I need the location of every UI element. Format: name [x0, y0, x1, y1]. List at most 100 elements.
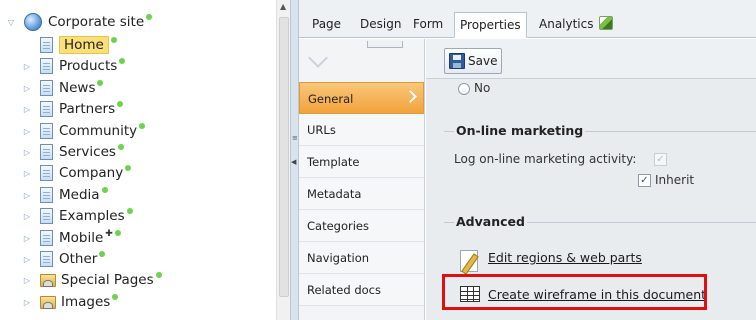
tree-item-label: Home: [59, 36, 109, 54]
scrollbar-thumb[interactable]: [279, 17, 289, 297]
edit-pencil-icon: [598, 16, 613, 30]
folder-icon: [40, 295, 56, 309]
page-icon: [40, 251, 53, 267]
expand-arrow-icon[interactable]: ▷: [22, 147, 32, 157]
tree-root[interactable]: ▽ Corporate site: [6, 12, 153, 32]
minimize-bar-icon[interactable]: [367, 41, 403, 48]
tree-item-company[interactable]: ▷ Company: [24, 163, 132, 183]
save-disk-icon: [449, 53, 465, 69]
status-dot-icon: [114, 230, 121, 236]
tree-item-label: Services: [59, 144, 116, 160]
tab-properties[interactable]: Properties: [454, 12, 527, 38]
tree-item-news[interactable]: ▷ News: [24, 78, 104, 98]
expand-arrow-icon[interactable]: ▷: [22, 275, 32, 285]
status-dot-icon: [110, 37, 117, 43]
nav-item-urls[interactable]: URLs: [299, 114, 424, 146]
expand-arrow-icon[interactable]: ▷: [22, 254, 32, 264]
tree-item-label: Images: [61, 294, 111, 310]
log-activity-label: Log on-line marketing activity:: [454, 152, 637, 166]
online-marketing-section: On-line marketing Log on-line marketing …: [444, 123, 756, 201]
globe-icon: [24, 13, 42, 31]
status-dot-icon: [97, 80, 104, 86]
tab-form[interactable]: Form: [408, 12, 448, 38]
nav-item-label: Template: [307, 155, 360, 169]
tree-item-home[interactable]: Home: [40, 35, 117, 55]
page-icon: [40, 230, 53, 246]
nav-item-label: Related docs: [307, 283, 381, 297]
tree-item-label: Community: [59, 123, 138, 139]
tree-item-media[interactable]: ▷ Media: [24, 185, 108, 205]
tree-scrollbar[interactable]: ▲: [276, 0, 290, 320]
tree-item-images[interactable]: ▷ Images: [24, 292, 119, 312]
tree-item-label: Products: [59, 58, 118, 74]
tab-bar: Page Design Form Properties Analytics: [299, 0, 756, 38]
tab-page[interactable]: Page: [307, 12, 346, 38]
expand-arrow-icon[interactable]: ▷: [22, 104, 32, 114]
tree-item-products[interactable]: ▷ Products: [24, 56, 126, 76]
tab-design[interactable]: Design: [355, 12, 406, 38]
tree-item-special-pages[interactable]: ▷ Special Pages: [24, 270, 162, 290]
page-icon: [40, 144, 53, 160]
page-icon: [40, 208, 53, 224]
expand-arrow-icon[interactable]: ▷: [22, 233, 32, 243]
advanced-legend: Advanced: [454, 214, 527, 229]
status-dot-icon: [155, 272, 162, 278]
chevron-down-icon[interactable]: [308, 48, 328, 68]
tree-item-label: Media: [59, 187, 100, 203]
radio-no-label: No: [474, 81, 491, 95]
save-button[interactable]: Save: [444, 48, 502, 74]
expand-arrow-icon[interactable]: ▷: [22, 190, 32, 200]
tree-item-examples[interactable]: ▷ Examples: [24, 206, 133, 226]
expand-arrow-icon[interactable]: ▷: [22, 83, 32, 93]
nav-item-metadata[interactable]: Metadata: [299, 178, 424, 210]
status-dot-icon: [117, 144, 124, 150]
tree-item-label: News: [59, 80, 96, 96]
collapse-arrow-icon[interactable]: ▽: [6, 17, 16, 27]
chevron-right-icon: [404, 90, 417, 103]
edit-regions-link[interactable]: Edit regions & web parts: [488, 250, 642, 265]
tab-analytics-label: Analytics: [539, 17, 594, 31]
inherit-label: Inherit: [655, 173, 695, 187]
nav-item-label: General: [308, 92, 354, 106]
expand-arrow-icon[interactable]: ▷: [22, 297, 32, 307]
tree-item-community[interactable]: ▷ Community: [24, 121, 146, 141]
nav-item-general[interactable]: General: [299, 82, 424, 114]
nav-item-related-docs[interactable]: Related docs: [299, 274, 424, 306]
collapse-left-icon[interactable]: ◀: [291, 158, 296, 166]
expand-arrow-icon[interactable]: ▷: [22, 126, 32, 136]
folder-icon: [40, 273, 56, 287]
save-label: Save: [468, 54, 498, 68]
tree-item-other[interactable]: ▷ Other: [24, 249, 106, 269]
radio-no[interactable]: [458, 83, 470, 95]
expand-arrow-icon[interactable]: ▷: [22, 61, 32, 71]
expand-arrow-icon[interactable]: ▷: [22, 168, 32, 178]
scroll-up-icon[interactable]: ▲: [280, 2, 286, 11]
log-activity-checkbox[interactable]: ✓: [654, 153, 667, 166]
properties-nav: General URLs Template Metadata Categories Nav…: [299, 39, 425, 320]
nav-item-categories[interactable]: Categories: [299, 210, 424, 242]
tab-analytics[interactable]: Analytics: [534, 12, 618, 38]
toolbar: Save: [426, 39, 756, 79]
online-marketing-legend: On-line marketing: [454, 123, 586, 138]
page-icon: [40, 58, 53, 74]
inherit-checkbox[interactable]: ✓: [638, 174, 651, 187]
page-icon: [40, 101, 53, 117]
splitter-grip-icon[interactable]: ≡: [292, 135, 298, 142]
expand-arrow-icon[interactable]: ▷: [22, 211, 32, 221]
nav-item-template[interactable]: Template: [299, 146, 424, 178]
status-dot-icon: [99, 251, 106, 257]
mobile-star-icon: ✚: [105, 229, 113, 239]
page-icon: [40, 165, 53, 181]
status-dot-icon: [126, 208, 133, 214]
properties-content: Save No On-line marketing Log on-line ma…: [426, 39, 756, 320]
status-dot-icon: [112, 294, 119, 300]
tree-item-services[interactable]: ▷ Services: [24, 142, 124, 162]
tree-item-label: Special Pages: [61, 272, 154, 288]
status-dot-icon: [139, 123, 146, 129]
tree-item-mobile[interactable]: ▷ Mobile ✚: [24, 228, 121, 248]
tree-item-partners[interactable]: ▷ Partners: [24, 99, 124, 119]
nav-item-navigation[interactable]: Navigation: [299, 242, 424, 274]
panel-splitter[interactable]: ≡ ◀: [290, 0, 299, 320]
content-tree: ▽ Corporate site Home ▷ Products ▷ News ▷ Part…: [0, 0, 276, 320]
tree-root-label: Corporate site: [48, 14, 145, 30]
